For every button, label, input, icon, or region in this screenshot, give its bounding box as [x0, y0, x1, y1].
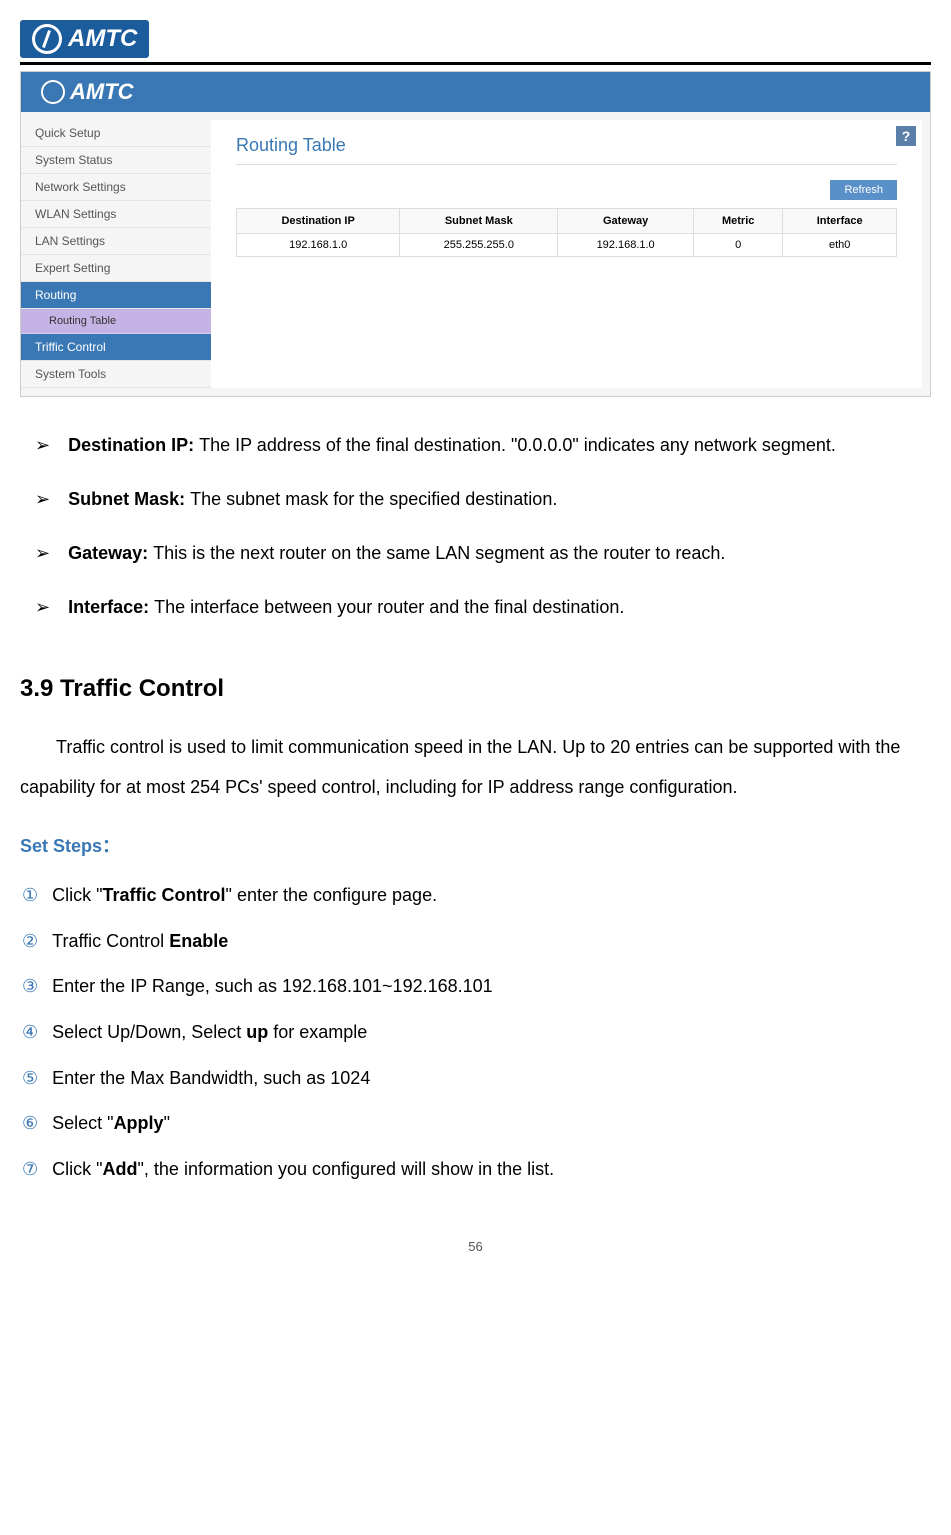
sidebar-item-traffic-control[interactable]: Triffic Control — [21, 334, 211, 361]
step-number-icon: ① — [22, 876, 38, 916]
bullet-bold: Destination IP: — [68, 435, 199, 455]
step-list: ① Click "Traffic Control" enter the conf… — [20, 876, 931, 1189]
bullet-interface: ➢ Interface: The interface between your … — [20, 589, 931, 625]
chevron-right-icon: ➢ — [35, 427, 50, 463]
sidebar-item-network-settings[interactable]: Network Settings — [21, 174, 211, 201]
sidebar-item-system-status[interactable]: System Status — [21, 147, 211, 174]
step-1: ① Click "Traffic Control" enter the conf… — [20, 876, 931, 916]
step-5: ⑤ Enter the Max Bandwidth, such as 1024 — [20, 1059, 931, 1099]
step-pre: Select " — [52, 1113, 113, 1133]
section-paragraph: Traffic control is used to limit communi… — [20, 728, 931, 807]
step-7: ⑦ Click "Add", the information you confi… — [20, 1150, 931, 1190]
bullet-gateway: ➢ Gateway: This is the next router on th… — [20, 535, 931, 571]
bullet-bold: Subnet Mask: — [68, 489, 190, 509]
step-number-icon: ④ — [22, 1013, 38, 1053]
td-metric: 0 — [694, 234, 783, 257]
step-pre: Enter the IP Range, such as 192.168.101~… — [52, 976, 493, 996]
router-ui-screenshot: AMTC Quick Setup System Status Network S… — [20, 71, 931, 397]
step-bold: Traffic Control — [103, 885, 226, 905]
step-pre: Select Up/Down, Select — [52, 1022, 246, 1042]
chevron-right-icon: ➢ — [35, 535, 50, 571]
step-number-icon: ⑤ — [22, 1059, 38, 1099]
bullet-bold: Gateway: — [68, 543, 153, 563]
step-pre: Click " — [52, 1159, 102, 1179]
step-number-icon: ⑦ — [22, 1150, 38, 1190]
step-post: for example — [268, 1022, 367, 1042]
step-4: ④ Select Up/Down, Select up for example — [20, 1013, 931, 1053]
sidebar-item-wlan-settings[interactable]: WLAN Settings — [21, 201, 211, 228]
ui-header: AMTC — [21, 72, 930, 112]
content-title: Routing Table — [236, 135, 897, 165]
help-button[interactable]: ? — [896, 126, 916, 146]
ui-logo: AMTC — [41, 79, 134, 105]
step-pre: Click " — [52, 885, 102, 905]
bullet-subnet-mask: ➢ Subnet Mask: The subnet mask for the s… — [20, 481, 931, 517]
ui-main-content: ? Routing Table Refresh Destination IP S… — [211, 120, 922, 388]
logo-swirl-icon — [32, 24, 62, 54]
ui-logo-icon — [41, 80, 65, 104]
bullet-text: This is the next router on the same LAN … — [153, 543, 725, 563]
chevron-right-icon: ➢ — [35, 481, 50, 517]
th-destination-ip: Destination IP — [237, 209, 400, 234]
routing-table: Destination IP Subnet Mask Gateway Metri… — [236, 208, 897, 257]
bullet-bold: Interface: — [68, 597, 154, 617]
definition-list: ➢ Destination IP: The IP address of the … — [20, 427, 931, 625]
refresh-button[interactable]: Refresh — [830, 180, 897, 200]
step-bold: Apply — [114, 1113, 164, 1133]
ui-logo-text: AMTC — [70, 79, 134, 105]
step-pre: Enter the Max Bandwidth, such as 1024 — [52, 1068, 370, 1088]
step-post: " — [164, 1113, 170, 1133]
sidebar-subitem-routing-table[interactable]: Routing Table — [21, 309, 211, 334]
sidebar-item-quick-setup[interactable]: Quick Setup — [21, 120, 211, 147]
doc-logo-text: AMTC — [68, 25, 137, 53]
step-post: ", the information you configured will s… — [138, 1159, 555, 1179]
page-number: 56 — [20, 1239, 931, 1254]
table-row: 192.168.1.0 255.255.255.0 192.168.1.0 0 … — [237, 234, 897, 257]
section-heading: 3.9 Traffic Control — [20, 675, 931, 703]
step-bold: up — [246, 1022, 268, 1042]
th-metric: Metric — [694, 209, 783, 234]
bullet-destination-ip: ➢ Destination IP: The IP address of the … — [20, 427, 931, 463]
th-interface: Interface — [783, 209, 897, 234]
chevron-right-icon: ➢ — [35, 589, 50, 625]
th-gateway: Gateway — [558, 209, 694, 234]
step-bold: Enable — [169, 931, 228, 951]
step-number-icon: ⑥ — [22, 1104, 38, 1144]
bullet-text: The interface between your router and th… — [154, 597, 624, 617]
step-number-icon: ③ — [22, 967, 38, 1007]
set-steps-heading: Set Steps： — [20, 832, 931, 858]
header-rule — [20, 62, 931, 65]
td-destination-ip: 192.168.1.0 — [237, 234, 400, 257]
step-2: ② Traffic Control Enable — [20, 922, 931, 962]
step-6: ⑥ Select "Apply" — [20, 1104, 931, 1144]
step-post: " enter the configure page. — [226, 885, 438, 905]
step-bold: Add — [103, 1159, 138, 1179]
step-pre: Traffic Control — [52, 931, 169, 951]
ui-sidebar: Quick Setup System Status Network Settin… — [21, 112, 211, 396]
td-interface: eth0 — [783, 234, 897, 257]
td-gateway: 192.168.1.0 — [558, 234, 694, 257]
th-subnet-mask: Subnet Mask — [400, 209, 558, 234]
sidebar-item-lan-settings[interactable]: LAN Settings — [21, 228, 211, 255]
sidebar-item-system-tools[interactable]: System Tools — [21, 361, 211, 388]
bullet-text: The IP address of the final destination.… — [199, 435, 836, 455]
doc-logo: AMTC — [20, 20, 149, 58]
sidebar-item-expert-setting[interactable]: Expert Setting — [21, 255, 211, 282]
step-3: ③ Enter the IP Range, such as 192.168.10… — [20, 967, 931, 1007]
step-number-icon: ② — [22, 922, 38, 962]
bullet-text: The subnet mask for the specified destin… — [190, 489, 557, 509]
td-subnet-mask: 255.255.255.0 — [400, 234, 558, 257]
sidebar-item-routing[interactable]: Routing — [21, 282, 211, 309]
